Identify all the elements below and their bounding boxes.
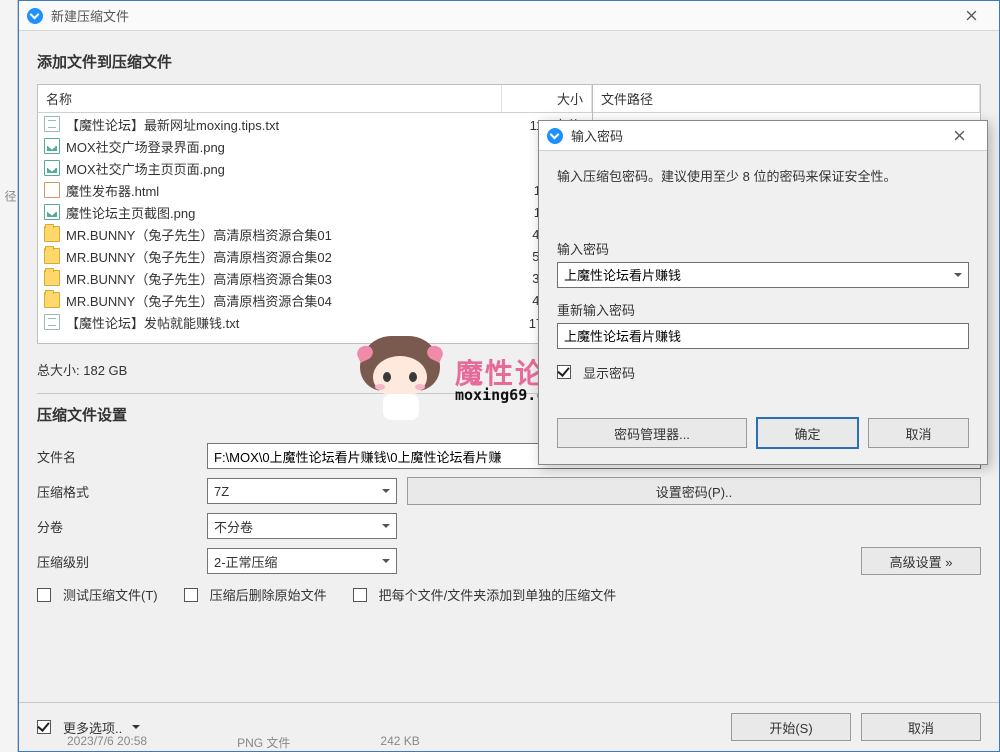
folder-icon — [44, 248, 60, 264]
file-row[interactable]: MR.BUNNY（兔子先生）高清原档资源合集0448.2 GB — [38, 289, 592, 311]
start-button[interactable]: 开始(S) — [731, 713, 851, 741]
close-button[interactable] — [951, 2, 991, 30]
password-dialog-titlebar: 输入密码 — [539, 121, 987, 151]
label-enter-password: 输入密码 — [557, 233, 969, 262]
password-dialog-title: 输入密码 — [571, 126, 939, 145]
file-name: MOX社交广场登录界面.png — [66, 137, 496, 156]
password-input[interactable] — [557, 262, 969, 288]
cancel-button[interactable]: 取消 — [861, 713, 981, 741]
label-filename: 文件名 — [37, 447, 197, 466]
password-confirm-input[interactable] — [557, 323, 969, 349]
file-row[interactable]: MR.BUNNY（兔子先生）高清原档资源合集0144.7 GB — [38, 223, 592, 245]
cb-test[interactable]: 测试压缩文件(T) — [37, 585, 158, 604]
file-name: MR.BUNNY（兔子先生）高清原档资源合集03 — [66, 269, 496, 288]
txt-icon — [44, 116, 60, 132]
file-row[interactable]: MOX社交广场登录界面.png241 KB — [38, 135, 592, 157]
label-format: 压缩格式 — [37, 482, 197, 501]
png-icon — [44, 204, 60, 220]
level-select[interactable]: 2-正常压缩 — [207, 548, 397, 574]
advanced-button[interactable]: 高级设置 » — [861, 547, 981, 575]
password-ok-button[interactable]: 确定 — [757, 418, 858, 448]
file-name: MR.BUNNY（兔子先生）高清原档资源合集02 — [66, 247, 496, 266]
file-name: MR.BUNNY（兔子先生）高清原档资源合集04 — [66, 291, 496, 310]
png-icon — [44, 138, 60, 154]
txt-icon — [44, 314, 60, 330]
file-name: 【魔性论坛】最新网址moxing.tips.txt — [66, 115, 496, 134]
file-name: MR.BUNNY（兔子先生）高清原档资源合集01 — [66, 225, 496, 244]
bg-char: 径 — [2, 190, 19, 202]
folder-icon — [44, 226, 60, 242]
file-row[interactable]: 魔性论坛主页截图.png12.1 KB — [38, 201, 592, 223]
file-name: 【魔性论坛】发帖就能赚钱.txt — [66, 313, 496, 332]
password-dialog-close-button[interactable] — [939, 122, 979, 150]
label-reenter-password: 重新输入密码 — [557, 288, 969, 323]
file-row[interactable]: 【魔性论坛】最新网址moxing.tips.txt117 字节 — [38, 113, 592, 135]
file-name: 魔性论坛主页截图.png — [66, 203, 496, 222]
split-select[interactable]: 不分卷 — [207, 513, 397, 539]
format-select[interactable]: 7Z — [207, 478, 397, 504]
total-label: 总大小: — [37, 363, 80, 378]
cb-delete-originals[interactable]: 压缩后删除原始文件 — [184, 585, 327, 604]
cb-show-password[interactable]: 显示密码 — [557, 363, 635, 382]
html-icon — [44, 182, 60, 198]
file-row[interactable]: MR.BUNNY（兔子先生）高清原档资源合集0339.0 GB — [38, 267, 592, 289]
dialog-app-icon — [547, 128, 563, 144]
col-header-path[interactable]: 文件路径 — [593, 85, 980, 112]
col-header-name[interactable]: 名称 — [38, 85, 502, 112]
titlebar: 新建压缩文件 — [19, 1, 999, 31]
file-row[interactable]: MR.BUNNY（兔子先生）高清原档资源合集0250.4 GB — [38, 245, 592, 267]
app-icon — [27, 8, 43, 24]
cb-separate-archives[interactable]: 把每个文件/文件夹添加到单独的压缩文件 — [353, 585, 617, 604]
file-name: MOX社交广场主页页面.png — [66, 159, 496, 178]
background-peek: 2023/7/6 20:58PNG 文件242 KB — [67, 734, 420, 751]
png-icon — [44, 160, 60, 176]
file-row[interactable]: 【魔性论坛】发帖就能赚钱.txt170 字节 — [38, 311, 592, 333]
password-dialog: 输入密码 输入压缩包密码。建议使用至少 8 位的密码来保证安全性。 输入密码 重… — [538, 120, 988, 465]
section-title-add: 添加文件到压缩文件 — [37, 41, 981, 84]
file-row[interactable]: 魔性发布器.html1.99 KB — [38, 179, 592, 201]
label-split: 分卷 — [37, 517, 197, 536]
label-level: 压缩级别 — [37, 552, 197, 571]
background-window-strip: 径 — [0, 0, 18, 752]
folder-icon — [44, 292, 60, 308]
file-columns-header: 名称 大小 — [38, 85, 592, 113]
col-header-size[interactable]: 大小 — [502, 85, 592, 112]
total-value: 182 GB — [83, 363, 127, 378]
password-instruction-text: 输入压缩包密码。建议使用至少 8 位的密码来保证安全性。 — [557, 163, 969, 233]
window-title: 新建压缩文件 — [51, 6, 951, 25]
folder-icon — [44, 270, 60, 286]
password-cancel-button[interactable]: 取消 — [868, 418, 969, 448]
file-name: 魔性发布器.html — [66, 181, 496, 200]
set-password-button[interactable]: 设置密码(P).. — [407, 477, 981, 505]
password-manager-button[interactable]: 密码管理器... — [557, 418, 747, 448]
file-row[interactable]: MOX社交广场主页页面.png234 KB — [38, 157, 592, 179]
